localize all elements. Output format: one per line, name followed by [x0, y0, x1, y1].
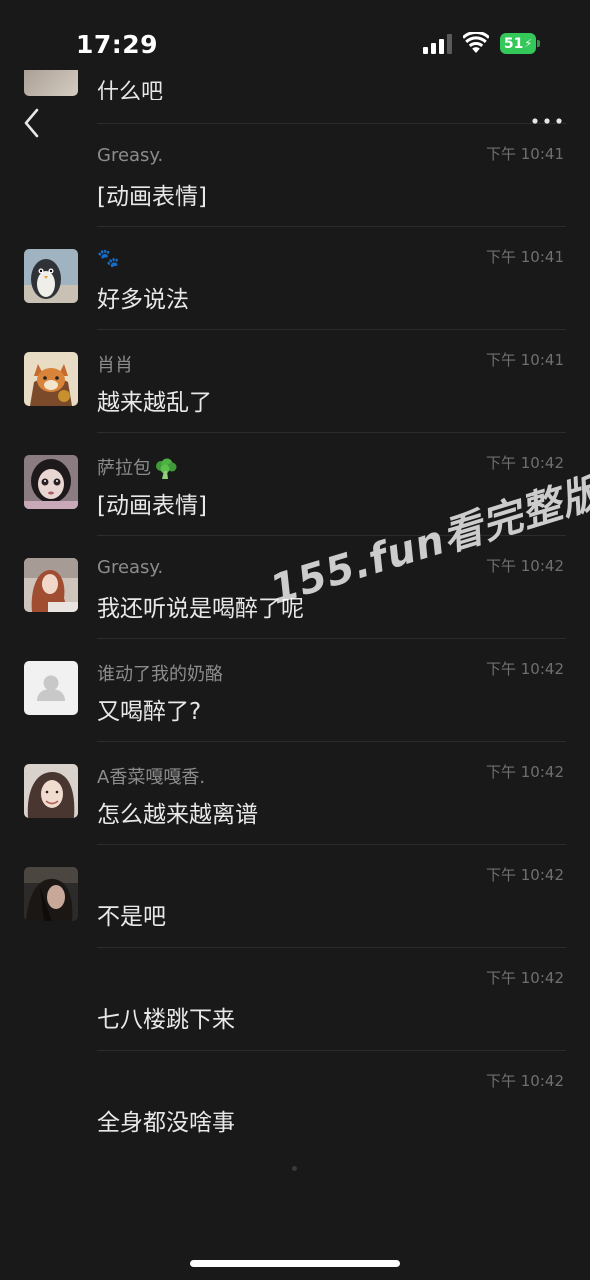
penguin-avatar-icon [24, 249, 78, 303]
message-item[interactable]: Greasy. 下午 10:41 [动画表情] [0, 123, 590, 226]
avatar[interactable] [24, 558, 78, 612]
avatar[interactable] [24, 661, 78, 715]
sender-name: Greasy. [97, 557, 164, 578]
girl-photo-avatar-icon [24, 558, 78, 612]
cellular-signal-icon [423, 34, 452, 54]
message-time: 下午 10:42 [486, 454, 564, 472]
message-content: [动画表情] [97, 184, 207, 210]
avatar[interactable] [24, 764, 78, 818]
message-item[interactable]: A香菜嘎嘎香. 下午 10:42 怎么越来越离谱 [0, 741, 590, 844]
message-time: 下午 10:42 [486, 969, 564, 987]
avatar[interactable] [24, 455, 78, 509]
message-list: Greasy. 下午 10:41 [动画表情] 🐾 下午 10:41 好多说法 [0, 123, 590, 1153]
girl-smile-avatar-icon [24, 764, 78, 818]
back-icon[interactable] [20, 106, 44, 140]
message-item[interactable]: 下午 10:42 全身都没啥事 [0, 1050, 590, 1153]
battery-icon: 51 ⚡ [500, 33, 540, 54]
sender-name: 肖肖 [97, 355, 133, 376]
message-time: 下午 10:42 [486, 557, 564, 575]
message-time: 下午 10:42 [486, 763, 564, 781]
girl-dark-avatar-icon [24, 867, 78, 921]
sender-name: A香菜嘎嘎香. [97, 767, 206, 788]
message-time: 下午 10:41 [486, 145, 564, 163]
message-time: 下午 10:42 [486, 660, 564, 678]
home-indicator[interactable] [190, 1260, 400, 1267]
status-time: 17:29 [76, 30, 159, 59]
avatar[interactable] [24, 249, 78, 303]
sender-name: 🐾 [97, 248, 120, 269]
sender-name-text: 萨拉包 [97, 458, 151, 479]
battery-level: 51 ⚡ [500, 33, 536, 54]
message-content: 全身都没啥事 [97, 1110, 235, 1136]
sender-name: 萨拉包 [97, 454, 178, 480]
message-item[interactable]: 下午 10:42 不是吧 [0, 844, 590, 947]
sender-name: Greasy. [97, 145, 164, 166]
message-content: 好多说法 [97, 287, 189, 313]
status-bar: 17:29 51 ⚡ [0, 0, 590, 88]
message-content: 怎么越来越离谱 [97, 802, 258, 828]
message-content: 七八楼跳下来 [97, 1007, 235, 1033]
cartoon-fox-avatar-icon [24, 352, 78, 406]
message-time: 下午 10:41 [486, 248, 564, 266]
message-item[interactable]: 🐾 下午 10:41 好多说法 [0, 226, 590, 329]
message-content: 不是吧 [97, 904, 166, 930]
message-item[interactable]: 谁动了我的奶酪 下午 10:42 又喝醉了? [0, 638, 590, 741]
battery-percent: 51 [503, 35, 524, 52]
avatar[interactable] [24, 867, 78, 921]
wifi-icon [463, 32, 489, 53]
doll-avatar-icon [24, 455, 78, 509]
message-content: 越来越乱了 [97, 390, 212, 416]
message-time: 下午 10:42 [486, 866, 564, 884]
message-content: [动画表情] [97, 493, 207, 519]
scroll-dot [292, 1166, 297, 1171]
message-item[interactable]: 肖肖 下午 10:41 越来越乱了 [0, 329, 590, 432]
message-item[interactable]: 下午 10:42 七八楼跳下来 [0, 947, 590, 1050]
more-options-icon[interactable] [530, 114, 564, 128]
default-user-icon [24, 661, 78, 715]
broccoli-icon [156, 458, 177, 479]
message-content: 又喝醉了? [97, 699, 202, 725]
message-time: 下午 10:42 [486, 1072, 564, 1090]
message-time: 下午 10:41 [486, 351, 564, 369]
battery-cap [537, 40, 540, 47]
avatar[interactable] [24, 352, 78, 406]
sender-name: 谁动了我的奶酪 [97, 664, 223, 685]
